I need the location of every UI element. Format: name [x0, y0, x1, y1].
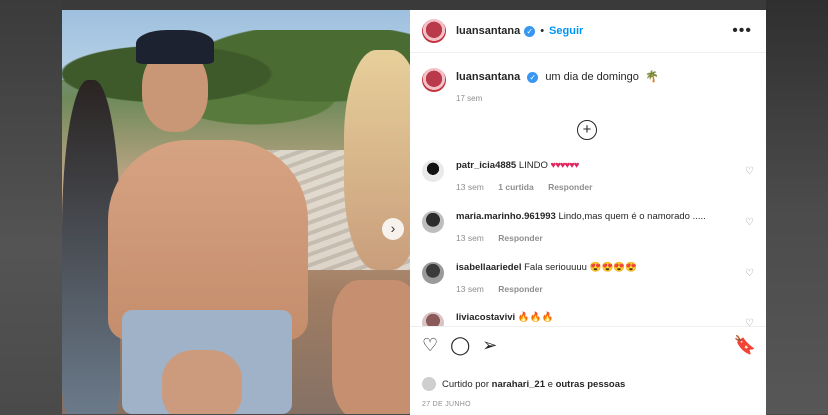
photo-hand — [162, 350, 242, 414]
comment-username[interactable]: liviacostavivi — [456, 312, 515, 323]
comment-icon[interactable]: ◯ — [450, 335, 470, 356]
caption-avatar[interactable] — [422, 68, 446, 92]
follow-button[interactable]: Seguir — [549, 25, 583, 37]
caption-text: um dia de domingo — [545, 71, 639, 83]
carousel-next-button[interactable]: › — [382, 218, 404, 240]
load-more-comments-button[interactable]: + — [577, 120, 597, 140]
comment-reply-button[interactable]: Responder — [548, 182, 592, 192]
post-actions: ♡ ◯ ➢ 🔖 Curtido por narahari_21 e outras… — [410, 326, 766, 415]
comment-text: Lindo,mas quem é o namorado ..... — [558, 211, 706, 222]
post-side-panel: luansantana ✓ • Seguir ••• luansantana ✓… — [410, 10, 766, 415]
backdrop-right — [766, 0, 828, 414]
backdrop-top — [0, 0, 828, 10]
post-date[interactable]: 27 DE JUNHO — [422, 401, 471, 408]
comment-like-icon[interactable]: ♡ — [745, 217, 754, 228]
comment-row: isabellaariedel Fala seriouuuu 😍😍😍😍 13 s… — [422, 260, 758, 300]
photo-person-right-arm — [332, 280, 410, 414]
more-options-icon[interactable]: ••• — [732, 22, 752, 40]
liked-by-avatar[interactable] — [422, 377, 436, 391]
comment-row: patr_icia4885 LINDO ♥♥♥♥♥♥ 13 sem 1 curt… — [422, 158, 758, 198]
comment-like-icon[interactable]: ♡ — [745, 268, 754, 279]
comment-time[interactable]: 13 sem — [456, 182, 484, 192]
comment-row: liviacostavivi 🔥🔥🔥 ♡ — [422, 310, 758, 326]
comment-like-icon[interactable]: ♡ — [745, 166, 754, 177]
post-caption: luansantana ✓ um dia de domingo 🌴 — [422, 68, 659, 92]
liked-by: Curtido por narahari_21 e outras pessoas — [422, 377, 625, 391]
comment-like-icon[interactable]: ♡ — [745, 318, 754, 326]
backdrop-left — [0, 0, 62, 414]
comment-username[interactable]: maria.marinho.961993 — [456, 211, 556, 222]
comment-heart-eyes-emoji: 😍😍😍😍 — [589, 262, 637, 273]
comment-text: Fala seriouuuu — [524, 262, 587, 273]
comment-username[interactable]: patr_icia4885 — [456, 160, 516, 171]
post-photo: › — [62, 10, 410, 414]
caption-timestamp[interactable]: 17 sem — [456, 94, 482, 103]
post-header: luansantana ✓ • Seguir ••• — [410, 10, 766, 53]
share-icon[interactable]: ➢ — [482, 335, 497, 356]
comment-avatar[interactable] — [422, 262, 444, 284]
caption-verified-icon: ✓ — [527, 72, 539, 83]
liked-by-user[interactable]: narahari_21 — [492, 379, 545, 390]
author-avatar[interactable] — [422, 19, 446, 43]
comment-avatar[interactable] — [422, 160, 444, 182]
comment-time[interactable]: 13 sem — [456, 233, 484, 243]
comment-reply-button[interactable]: Responder — [498, 233, 542, 243]
separator-dot: • — [540, 25, 545, 37]
liked-by-others[interactable]: outras pessoas — [556, 379, 626, 390]
caption-username[interactable]: luansantana — [456, 71, 520, 83]
comment-avatar[interactable] — [422, 312, 444, 326]
comment-username[interactable]: isabellaariedel — [456, 262, 521, 273]
comment-fire-emoji: 🔥🔥🔥 — [517, 312, 554, 323]
like-icon[interactable]: ♡ — [422, 335, 438, 356]
comment-avatar[interactable] — [422, 211, 444, 233]
comment-text: LINDO — [518, 160, 548, 171]
photo-person-center-cap — [136, 30, 214, 64]
post-modal: › luansantana ✓ • Seguir ••• luansantana… — [62, 10, 766, 415]
verified-icon: ✓ — [524, 25, 536, 37]
author-username[interactable]: luansantana — [456, 25, 520, 37]
comment-reply-button[interactable]: Responder — [498, 284, 542, 294]
liked-by-prefix: Curtido por — [442, 378, 489, 390]
comment-row: maria.marinho.961993 Lindo,mas quem é o … — [422, 209, 758, 249]
comment-time[interactable]: 13 sem — [456, 284, 484, 294]
bookmark-icon[interactable]: 🔖 — [734, 335, 756, 356]
liked-by-joiner: e — [547, 378, 553, 390]
caption-palm-emoji: 🌴 — [644, 71, 659, 83]
comment-likes[interactable]: 1 curtida — [498, 182, 533, 192]
comment-hearts-emoji: ♥♥♥♥♥♥ — [550, 160, 580, 171]
